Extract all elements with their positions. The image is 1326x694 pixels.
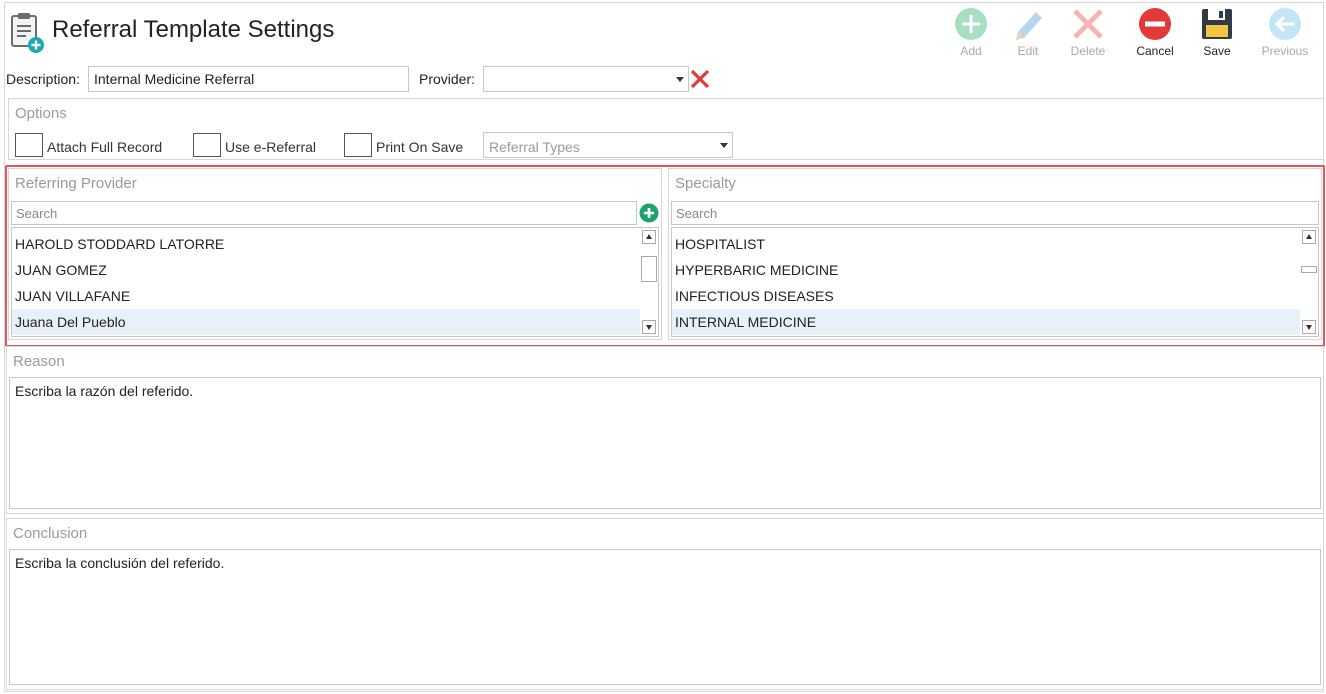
clear-provider-icon[interactable] (688, 66, 712, 92)
description-input[interactable] (88, 66, 409, 92)
cancel-icon (1139, 8, 1171, 40)
use-e-referral-label: Use e-Referral (225, 139, 317, 155)
edit-label: Edit (1017, 44, 1039, 58)
pencil-icon (1016, 12, 1042, 40)
delete-x-icon (1073, 9, 1103, 39)
conclusion-textarea[interactable]: Escriba la conclusión del referido. (9, 549, 1321, 685)
add-button[interactable]: Add (941, 6, 1001, 62)
save-button[interactable]: Save (1187, 6, 1247, 62)
options-group: Options Attach Full Record Use e-Referra… (8, 98, 1324, 160)
previous-label: Previous (1261, 44, 1309, 58)
options-title: Options (15, 105, 67, 122)
selection-highlight (5, 165, 1325, 347)
page-title: Referral Template Settings (52, 16, 335, 43)
floppy-disk-icon (1202, 9, 1232, 39)
reason-group: Reason Escriba la razón del referido. (6, 346, 1324, 514)
conclusion-group: Conclusion Escriba la conclusión del ref… (6, 518, 1324, 690)
provider-select[interactable] (483, 66, 689, 92)
attach-full-record-checkbox[interactable] (15, 133, 43, 157)
description-label: Description: (6, 71, 80, 87)
use-e-referral-checkbox[interactable] (193, 133, 221, 157)
edit-button[interactable]: Edit (998, 6, 1058, 62)
save-label: Save (1203, 44, 1231, 58)
add-label: Add (960, 44, 982, 58)
referral-types-select[interactable]: Referral Types (483, 132, 733, 158)
print-on-save-checkbox[interactable] (344, 133, 372, 157)
attach-full-record-label: Attach Full Record (47, 139, 163, 155)
reason-title: Reason (13, 353, 65, 370)
previous-button[interactable]: Previous (1255, 6, 1315, 62)
cancel-button[interactable]: Cancel (1125, 6, 1185, 62)
clipboard-add-icon (11, 13, 44, 53)
provider-label: Provider: (419, 71, 476, 87)
chevron-down-icon (720, 143, 728, 148)
cancel-label: Cancel (1136, 44, 1174, 58)
conclusion-title: Conclusion (13, 525, 88, 542)
delete-button[interactable]: Delete (1058, 6, 1118, 62)
add-icon (955, 8, 987, 40)
chevron-down-icon (676, 77, 684, 82)
delete-label: Delete (1070, 44, 1106, 58)
reason-textarea[interactable]: Escriba la razón del referido. (9, 377, 1321, 509)
print-on-save-label: Print On Save (376, 139, 464, 155)
arrow-left-icon (1269, 8, 1301, 40)
referral-types-placeholder: Referral Types (489, 139, 580, 155)
